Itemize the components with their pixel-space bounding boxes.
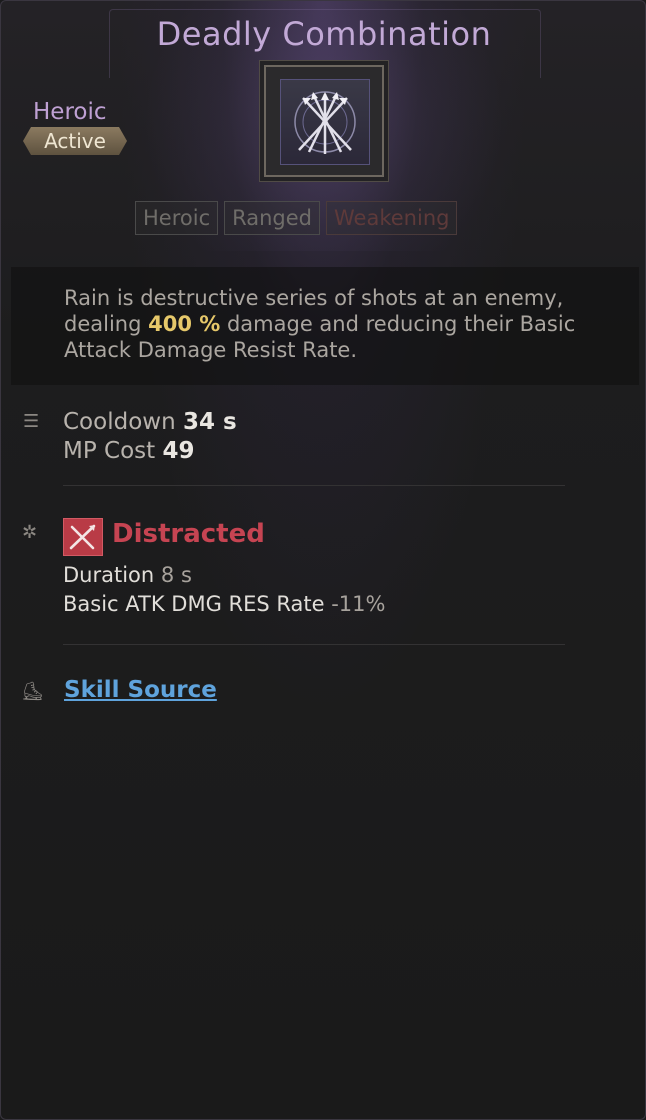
res-rate-value: -11% bbox=[331, 592, 386, 616]
skill-tags: Heroic Ranged Weakening bbox=[135, 201, 458, 237]
skill-tooltip-panel: Deadly Combination Heroic Active Heroic … bbox=[0, 0, 646, 1120]
gear-icon: ✲ bbox=[22, 522, 38, 543]
mp-cost-value: 49 bbox=[162, 438, 195, 464]
skill-type-badge: Active bbox=[23, 127, 127, 155]
effect-name: Distracted bbox=[112, 519, 265, 549]
effect-res-row: Basic ATK DMG RES Rate -11% bbox=[63, 592, 386, 616]
mp-cost-label: MP Cost bbox=[63, 438, 156, 464]
duration-value: 8 s bbox=[160, 563, 192, 587]
list-icon: ☰ bbox=[23, 411, 40, 432]
res-rate-label: Basic ATK DMG RES Rate bbox=[63, 592, 325, 616]
description-box: Rain is destructive series of shots at a… bbox=[11, 267, 639, 385]
damage-percent: 400 % bbox=[148, 312, 221, 336]
tag-weakening: Weakening bbox=[326, 201, 458, 235]
divider bbox=[63, 644, 565, 645]
crossed-arrows-icon bbox=[280, 79, 370, 165]
skill-title: Deadly Combination bbox=[156, 15, 492, 53]
cooldown-value: 34 s bbox=[182, 409, 237, 435]
effect-duration-row: Duration 8 s bbox=[63, 563, 192, 587]
skill-description: Rain is destructive series of shots at a… bbox=[64, 285, 624, 363]
cooldown-label: Cooldown bbox=[63, 409, 176, 435]
distracted-effect-icon bbox=[63, 518, 103, 556]
duration-label: Duration bbox=[63, 563, 155, 587]
cooldown-row: Cooldown 34 s bbox=[63, 409, 237, 435]
rarity-label: Heroic bbox=[33, 99, 107, 125]
divider bbox=[63, 485, 565, 486]
skill-icon-frame bbox=[264, 65, 384, 177]
mp-cost-row: MP Cost 49 bbox=[63, 438, 195, 464]
skill-source-link[interactable]: Skill Source bbox=[64, 677, 217, 703]
tag-ranged: Ranged bbox=[224, 201, 321, 235]
tag-heroic: Heroic bbox=[135, 201, 219, 235]
shoe-icon: ⛸ bbox=[21, 681, 44, 702]
